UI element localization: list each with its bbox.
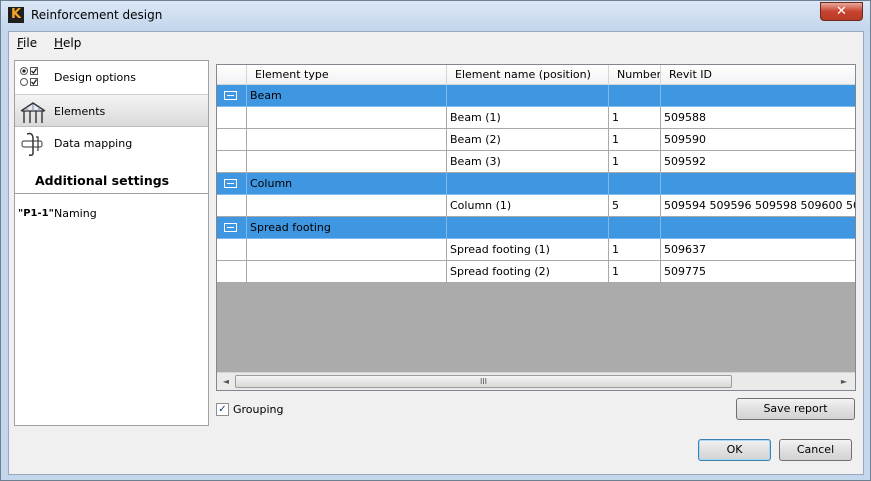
app-logo-icon: K (8, 7, 24, 23)
nav-item-label: Elements (54, 105, 106, 118)
column-header-revit-id[interactable]: Revit ID (661, 65, 855, 85)
column-header-number[interactable]: Number (609, 65, 661, 85)
expander-cell[interactable] (217, 217, 247, 239)
grid-cell (217, 195, 247, 217)
grid-cell (217, 107, 247, 129)
nav-item-data-mapping[interactable]: Data mapping (15, 127, 208, 160)
menu-bar: File Help (9, 32, 863, 54)
collapse-icon[interactable] (224, 179, 237, 188)
revit-id-cell[interactable]: 509637 (661, 239, 855, 261)
revit-id-cell[interactable]: 509594 509596 509598 509600 509602 (661, 195, 855, 217)
grid-cell (609, 85, 661, 107)
horizontal-scrollbar[interactable]: ◄ III ► (217, 372, 855, 390)
group-name-cell: Spread footing (247, 217, 447, 239)
group-row-beam[interactable]: Beam (217, 85, 855, 107)
collapse-icon[interactable] (224, 91, 237, 100)
save-report-button[interactable]: Save report (736, 398, 855, 420)
element-name-cell[interactable]: Beam (3) (447, 151, 609, 173)
number-cell[interactable]: 1 (609, 261, 661, 283)
menu-help[interactable]: Help (54, 36, 81, 50)
grid-cell (661, 173, 855, 195)
menu-help-mnemonic: H (54, 36, 64, 50)
menu-help-rest: elp (63, 36, 82, 50)
menu-file[interactable]: File (17, 36, 37, 50)
grid-cell (247, 239, 447, 261)
element-name-cell[interactable]: Column (1) (447, 195, 609, 217)
element-name-cell[interactable]: Spread footing (2) (447, 261, 609, 283)
grid-cell (247, 129, 447, 151)
element-name-cell[interactable]: Spread footing (1) (447, 239, 609, 261)
reinforcement-design-window: K Reinforcement design ✕ File Help Desig… (0, 0, 871, 481)
revit-id-cell[interactable]: 509592 (661, 151, 855, 173)
number-cell[interactable]: 1 (609, 129, 661, 151)
settings-nav-panel: Design options Elements Data mapping Add… (14, 60, 209, 426)
grid-cell (217, 261, 247, 283)
nav-item-design-options[interactable]: Design options (15, 61, 208, 94)
number-cell[interactable]: 1 (609, 151, 661, 173)
scroll-thumb[interactable]: III (235, 375, 732, 388)
column-header-element-type[interactable]: Element type (247, 65, 447, 85)
table-row[interactable]: Spread footing (2) 1 509775 (217, 261, 855, 283)
elements-grid[interactable]: Element type Element name (position) Num… (216, 64, 856, 391)
revit-id-cell[interactable]: 509588 (661, 107, 855, 129)
grid-cell (217, 129, 247, 151)
grid-cell (609, 217, 661, 239)
cancel-button[interactable]: Cancel (779, 439, 852, 461)
group-row-column[interactable]: Column (217, 173, 855, 195)
nav-divider (15, 193, 208, 195)
group-name-cell: Column (247, 173, 447, 195)
naming-icon: "P1-1" (18, 208, 54, 219)
scroll-right-icon[interactable]: ► (837, 375, 851, 388)
element-name-cell[interactable]: Beam (1) (447, 107, 609, 129)
column-header-expander[interactable] (217, 65, 247, 85)
number-cell[interactable]: 1 (609, 107, 661, 129)
window-title: Reinforcement design (31, 8, 163, 22)
nav-item-label: Design options (54, 71, 136, 84)
table-row[interactable]: Column (1) 5 509594 509596 509598 509600… (217, 195, 855, 217)
grid-cell (447, 217, 609, 239)
grid-cell (447, 173, 609, 195)
grid-cell (661, 217, 855, 239)
grouping-label: Grouping (233, 403, 284, 416)
grid-cell (447, 85, 609, 107)
table-row[interactable]: Spread footing (1) 1 509637 (217, 239, 855, 261)
nav-item-elements[interactable]: Elements (15, 94, 208, 127)
group-row-spread-footing[interactable]: Spread footing (217, 217, 855, 239)
group-name-cell: Beam (247, 85, 447, 107)
grid-cell (609, 173, 661, 195)
grid-cell (661, 85, 855, 107)
ok-button[interactable]: OK (698, 439, 771, 461)
column-header-element-name[interactable]: Element name (position) (447, 65, 609, 85)
dialog-client-area: File Help Design options Elements Data m… (8, 31, 864, 475)
close-button[interactable]: ✕ (820, 2, 863, 21)
grid-cell (217, 151, 247, 173)
grid-cell (247, 151, 447, 173)
number-cell[interactable]: 5 (609, 195, 661, 217)
additional-settings-heading: Additional settings (35, 173, 170, 188)
table-row[interactable]: Beam (3) 1 509592 (217, 151, 855, 173)
nav-item-label: Data mapping (54, 137, 133, 150)
grouping-checkbox[interactable]: ✓ (216, 403, 229, 416)
nav-item-naming[interactable]: Naming (54, 207, 97, 220)
element-name-cell[interactable]: Beam (2) (447, 129, 609, 151)
grid-cell (247, 195, 447, 217)
grid-header: Element type Element name (position) Num… (217, 65, 855, 85)
revit-id-cell[interactable]: 509590 (661, 129, 855, 151)
menu-file-rest: ile (23, 36, 38, 50)
expander-cell[interactable] (217, 173, 247, 195)
table-row[interactable]: Beam (2) 1 509590 (217, 129, 855, 151)
elements-icon (20, 102, 46, 123)
grid-cell (217, 239, 247, 261)
expander-cell[interactable] (217, 85, 247, 107)
grid-cell (247, 261, 447, 283)
design-options-icon (20, 67, 38, 86)
collapse-icon[interactable] (224, 223, 237, 232)
number-cell[interactable]: 1 (609, 239, 661, 261)
table-row[interactable]: Beam (1) 1 509588 (217, 107, 855, 129)
data-mapping-icon (21, 132, 43, 156)
title-bar[interactable]: K Reinforcement design ✕ (1, 1, 870, 31)
revit-id-cell[interactable]: 509775 (661, 261, 855, 283)
grid-cell (247, 107, 447, 129)
scroll-left-icon[interactable]: ◄ (219, 375, 233, 388)
